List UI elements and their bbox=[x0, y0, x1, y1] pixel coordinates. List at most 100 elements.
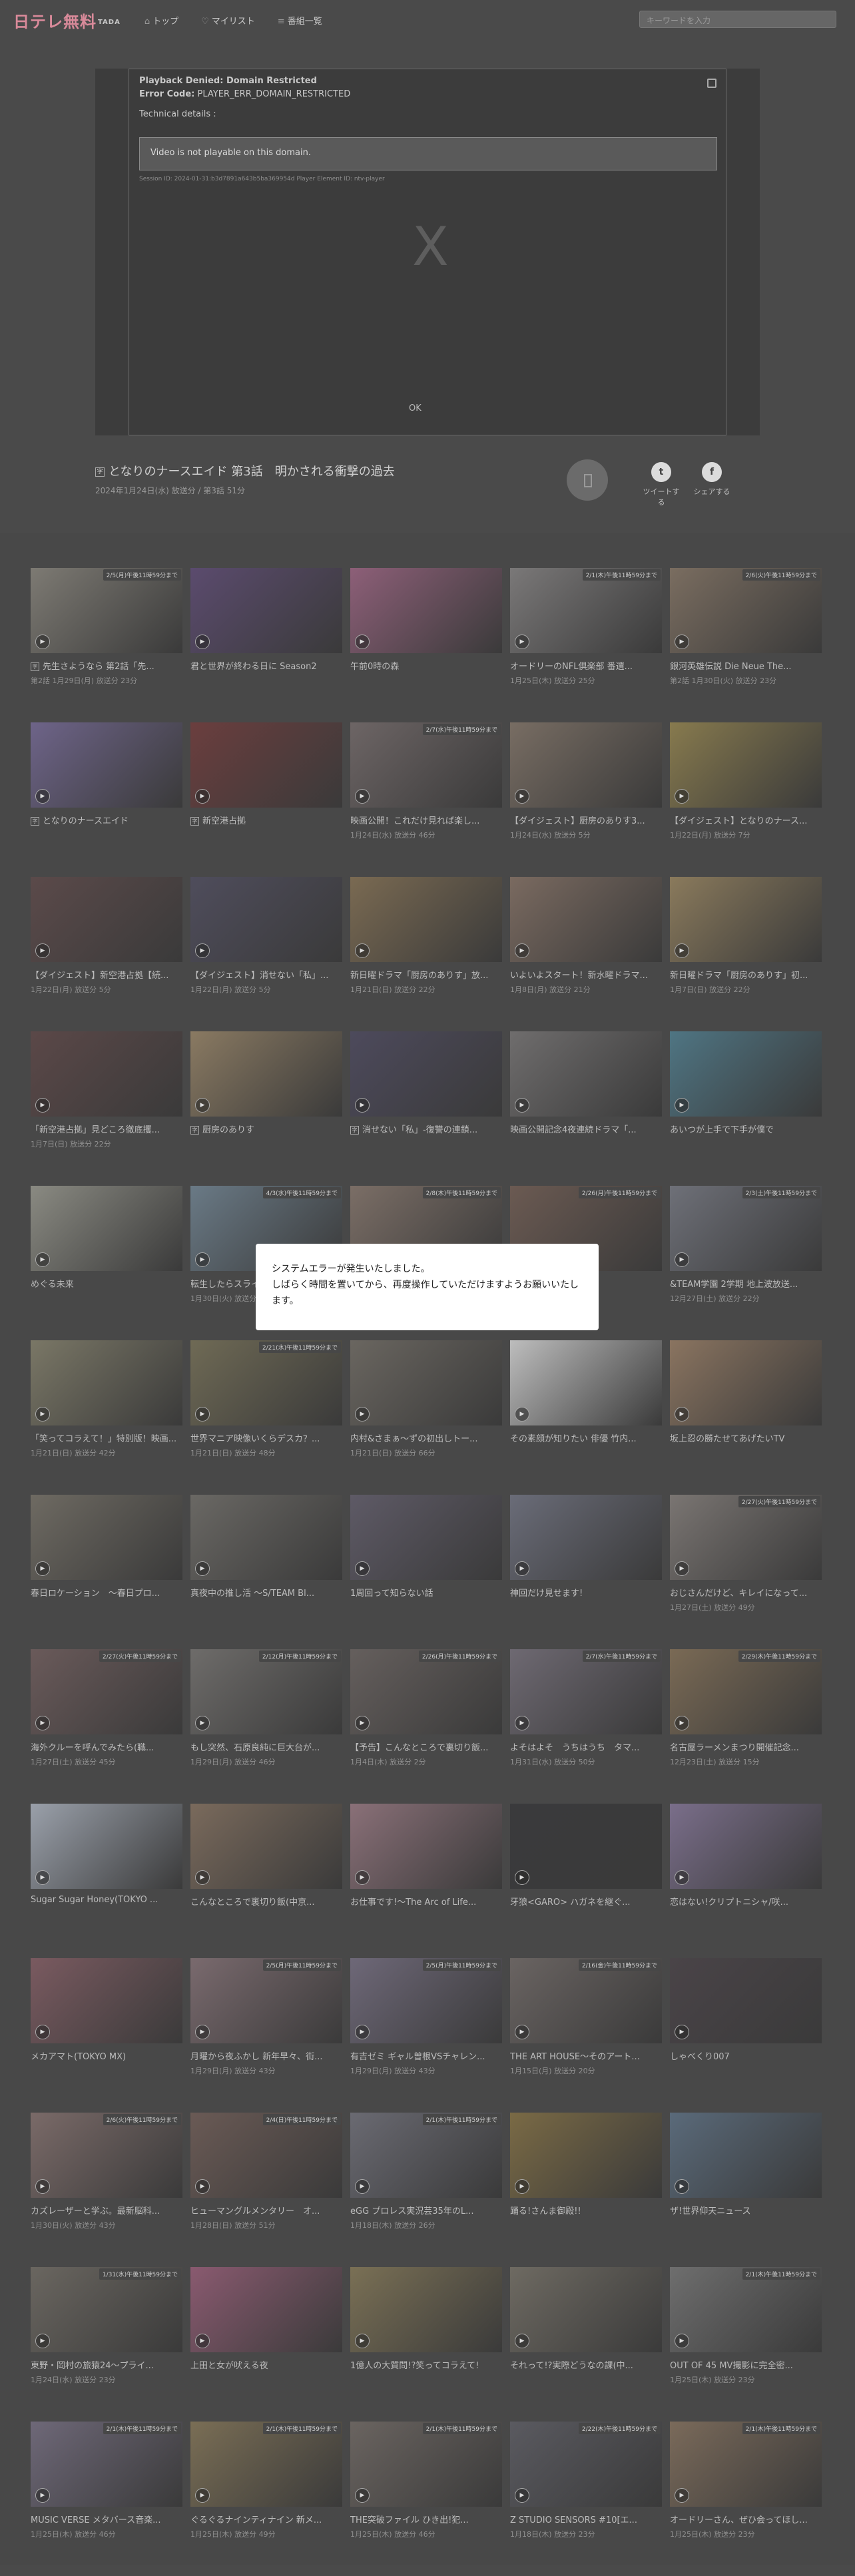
card-title[interactable]: それって!?実際どうなの課(中... bbox=[510, 2358, 662, 2371]
play-icon[interactable]: ▶ bbox=[195, 789, 210, 804]
play-icon[interactable]: ▶ bbox=[35, 1252, 50, 1267]
card-title[interactable]: 午前0時の森 bbox=[350, 659, 502, 672]
program-thumbnail[interactable]: ▶ bbox=[31, 1186, 182, 1271]
play-icon[interactable]: ▶ bbox=[355, 2179, 370, 2194]
card-title[interactable]: こんなところで裏切り飯(中京... bbox=[190, 1895, 342, 1908]
play-icon[interactable]: ▶ bbox=[675, 2488, 689, 2503]
program-card[interactable]: ▶ しゃべくり007 bbox=[670, 1958, 822, 2113]
play-icon[interactable]: ▶ bbox=[355, 1098, 370, 1113]
program-card[interactable]: 1/31(水)午後11時59分まで ▶ 東野・岡村の旅猿24～プライ... 1月24日… bbox=[31, 2267, 182, 2422]
program-thumbnail[interactable]: ▶ bbox=[31, 877, 182, 962]
nav-programs[interactable]: ≡ 番組一覧 bbox=[278, 14, 322, 27]
play-icon[interactable]: ▶ bbox=[35, 1561, 50, 1576]
card-title[interactable]: eGG プロレス実況芸35年のL... bbox=[350, 2204, 502, 2216]
card-title[interactable]: ヒューマングルメンタリー オ... bbox=[190, 2204, 342, 2216]
program-thumbnail[interactable]: ▶ bbox=[31, 722, 182, 808]
program-thumbnail[interactable]: 2/1(木)午後11時59分まで ▶ bbox=[350, 2113, 502, 2198]
program-card[interactable]: 2/7(水)午後11時59分まで ▶ よそはよそ うちはうち タマ... 1月31日(… bbox=[510, 1649, 662, 1804]
program-card[interactable]: ▶ 1周回って知らない話 bbox=[350, 1495, 502, 1649]
program-card[interactable]: 2/12(月)午後11時59分まで ▶ もし突然、石原良純に巨大台が... 1月29日… bbox=[190, 1649, 342, 1804]
play-icon[interactable]: ▶ bbox=[195, 1561, 210, 1576]
play-icon[interactable]: ▶ bbox=[35, 2179, 50, 2194]
program-thumbnail[interactable]: 2/1(木)午後11時59分まで ▶ bbox=[190, 2422, 342, 2507]
play-icon[interactable]: ▶ bbox=[515, 1716, 529, 1730]
program-card[interactable]: ▶ お仕事です!～The Arc of Life... bbox=[350, 1804, 502, 1958]
program-card[interactable]: ▶ 【ダイジェスト】となりのナース... 1月22日(月) 放送分 7分 bbox=[670, 722, 822, 877]
program-thumbnail[interactable]: 2/3(土)午後11時59分まで ▶ bbox=[670, 1186, 822, 1271]
program-card[interactable]: ▶ 踊る!さんま御殿!! bbox=[510, 2113, 662, 2267]
program-thumbnail[interactable]: 2/7(水)午後11時59分まで ▶ bbox=[350, 722, 502, 808]
play-icon[interactable]: ▶ bbox=[355, 2488, 370, 2503]
play-icon[interactable]: ▶ bbox=[195, 2025, 210, 2039]
program-thumbnail[interactable]: 2/5(月)午後11時59分まで ▶ bbox=[350, 1958, 502, 2043]
card-title[interactable]: もし突然、石原良純に巨大台が... bbox=[190, 1740, 342, 1753]
program-card[interactable]: ▶ 内村&さまぁ～ずの初出しトー... 1月21日(日) 放送分 66分 bbox=[350, 1340, 502, 1495]
play-icon[interactable]: ▶ bbox=[675, 635, 689, 649]
program-card[interactable]: 2/1(木)午後11時59分まで ▶ オードリーのNFL倶楽部 番選... 1月25日… bbox=[510, 568, 662, 722]
ok-button[interactable]: OK bbox=[409, 403, 422, 413]
program-card[interactable]: ▶ 坂上忍の勝たせてあげたいTV bbox=[670, 1340, 822, 1495]
program-thumbnail[interactable]: 2/21(水)午後11時59分まで ▶ bbox=[190, 1340, 342, 1425]
play-icon[interactable]: ▶ bbox=[515, 1561, 529, 1576]
program-card[interactable]: ▶ 春日ロケーション ～春日プロ... bbox=[31, 1495, 182, 1649]
program-card[interactable]: ▶ めぐる未来 bbox=[31, 1186, 182, 1340]
program-card[interactable]: ▶ それって!?実際どうなの課(中... bbox=[510, 2267, 662, 2422]
card-title[interactable]: 内村&さまぁ～ずの初出しトー... bbox=[350, 1431, 502, 1444]
play-icon[interactable]: ▶ bbox=[355, 2025, 370, 2039]
card-title[interactable]: オードリーさん、ぜひ会ってほし... bbox=[670, 2513, 822, 2525]
program-card[interactable]: ▶ 「笑ってコラえて！」特別版！映画... 1月21日(日) 放送分 42分 bbox=[31, 1340, 182, 1495]
play-icon[interactable]: ▶ bbox=[515, 943, 529, 958]
program-thumbnail[interactable]: ▶ bbox=[510, 877, 662, 962]
card-title[interactable]: ザ!世界仰天ニュース bbox=[670, 2204, 822, 2216]
play-icon[interactable]: ▶ bbox=[355, 2334, 370, 2348]
program-thumbnail[interactable]: ▶ bbox=[31, 1031, 182, 1117]
program-card[interactable]: 2/1(木)午後11時59分まで ▶ ぐるぐるナインティナイン 新メ... 1月25日… bbox=[190, 2422, 342, 2576]
play-icon[interactable]: ▶ bbox=[675, 789, 689, 804]
program-card[interactable]: ▶ 字消せない「私」-復讐の連鎖... bbox=[350, 1031, 502, 1186]
program-thumbnail[interactable]: ▶ bbox=[510, 1031, 662, 1117]
play-icon[interactable]: ▶ bbox=[355, 635, 370, 649]
program-card[interactable]: 2/27(火)午後11時59分まで ▶ 海外クルーを呼んでみたら(職... 1月27日… bbox=[31, 1649, 182, 1804]
card-title[interactable]: 神回だけ見せます! bbox=[510, 1586, 662, 1599]
program-card[interactable]: 2/7(水)午後11時59分まで ▶ 映画公開！これだけ見れば楽し... 1月24日(… bbox=[350, 722, 502, 877]
play-icon[interactable]: ▶ bbox=[35, 1407, 50, 1421]
share-button[interactable]: f シェアする bbox=[692, 462, 732, 497]
play-icon[interactable]: ▶ bbox=[675, 2334, 689, 2348]
play-icon[interactable]: ▶ bbox=[675, 943, 689, 958]
card-title[interactable]: OUT OF 45 MV撮影に完全密... bbox=[670, 2358, 822, 2371]
program-card[interactable]: 2/5(月)午後11時59分まで ▶ 月曜から夜ふかし 新年早々、街... 1月29日… bbox=[190, 1958, 342, 2113]
play-icon[interactable]: ▶ bbox=[675, 2025, 689, 2039]
program-thumbnail[interactable]: ▶ bbox=[190, 722, 342, 808]
nav-mylist[interactable]: ♡ マイリスト bbox=[201, 14, 255, 27]
play-icon[interactable]: ▶ bbox=[355, 789, 370, 804]
program-card[interactable]: ▶ こんなところで裏切り飯(中京... bbox=[190, 1804, 342, 1958]
play-icon[interactable]: ▶ bbox=[515, 1407, 529, 1421]
play-icon[interactable]: ▶ bbox=[675, 1407, 689, 1421]
play-icon[interactable]: ▶ bbox=[355, 1870, 370, 1885]
card-title[interactable]: MUSIC VERSE メタバース音楽... bbox=[31, 2513, 182, 2525]
close-icon[interactable] bbox=[707, 79, 716, 88]
program-card[interactable]: 2/6(火)午後11時59分まで ▶ カズレーザーと学ぶ。最新脳科... 1月30日(… bbox=[31, 2113, 182, 2267]
program-thumbnail[interactable]: 2/6(火)午後11時59分まで ▶ bbox=[670, 568, 822, 653]
program-thumbnail[interactable]: 2/1(木)午後11時59分まで ▶ bbox=[350, 2422, 502, 2507]
card-title[interactable]: 名古屋ラーメンまつり開催記念... bbox=[670, 1740, 822, 1753]
card-title[interactable]: 字新空港占拠 bbox=[190, 814, 342, 826]
play-icon[interactable]: ▶ bbox=[195, 2179, 210, 2194]
play-icon[interactable]: ▶ bbox=[515, 635, 529, 649]
card-title[interactable]: 映画公開記念4夜連続ドラマ「... bbox=[510, 1123, 662, 1135]
program-card[interactable]: 2/27(火)午後11時59分まで ▶ おじさんだけど、キレイになって... 1月27… bbox=[670, 1495, 822, 1649]
program-thumbnail[interactable]: ▶ bbox=[350, 1031, 502, 1117]
program-card[interactable]: ▶ 字新空港占拠 bbox=[190, 722, 342, 877]
program-thumbnail[interactable]: 2/1(木)午後11時59分まで ▶ bbox=[31, 2422, 182, 2507]
program-card[interactable]: 2/21(水)午後11時59分まで ▶ 世界マニア映像いくらデスカ？... 1月21日… bbox=[190, 1340, 342, 1495]
program-thumbnail[interactable]: 2/22(木)午後11時59分まで ▶ bbox=[510, 2422, 662, 2507]
program-card[interactable]: ▶ 牙狼<GARO> ハガネを継ぐ... bbox=[510, 1804, 662, 1958]
program-thumbnail[interactable]: ▶ bbox=[510, 722, 662, 808]
play-icon[interactable]: ▶ bbox=[675, 1870, 689, 1885]
program-card[interactable]: 2/22(木)午後11時59分まで ▶ Z STUDIO SENSORS #10[エ… bbox=[510, 2422, 662, 2576]
card-title[interactable]: 字厨房のありす bbox=[190, 1123, 342, 1135]
program-card[interactable]: 2/1(木)午後11時59分まで ▶ オードリーさん、ぜひ会ってほし... 1月25日… bbox=[670, 2422, 822, 2576]
card-title[interactable]: 新日曜ドラマ「厨房のありす」初... bbox=[670, 968, 822, 981]
card-title[interactable]: THE ART HOUSE～そのアート... bbox=[510, 2049, 662, 2062]
card-title[interactable]: メカアマト(TOKYO MX) bbox=[31, 2049, 182, 2062]
